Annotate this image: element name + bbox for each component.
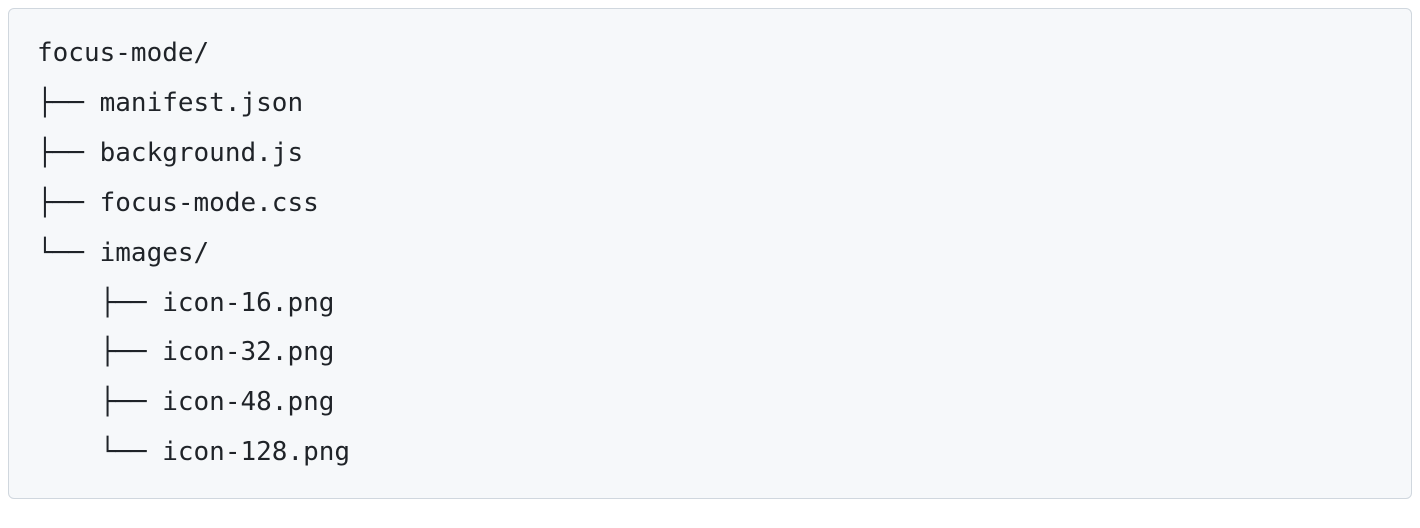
tree-line-file: ├── focus-mode.css: [37, 179, 1383, 229]
tree-line-file: ├── icon-48.png: [37, 378, 1383, 428]
tree-line-folder: └── images/: [37, 229, 1383, 279]
tree-line-file: ├── background.js: [37, 129, 1383, 179]
tree-line-root: focus-mode/: [37, 29, 1383, 79]
file-tree-block: focus-mode/├── manifest.json├── backgrou…: [8, 8, 1412, 499]
tree-line-file: ├── icon-16.png: [37, 279, 1383, 329]
tree-line-file: ├── manifest.json: [37, 79, 1383, 129]
tree-line-file: ├── icon-32.png: [37, 328, 1383, 378]
tree-line-file: └── icon-128.png: [37, 428, 1383, 478]
